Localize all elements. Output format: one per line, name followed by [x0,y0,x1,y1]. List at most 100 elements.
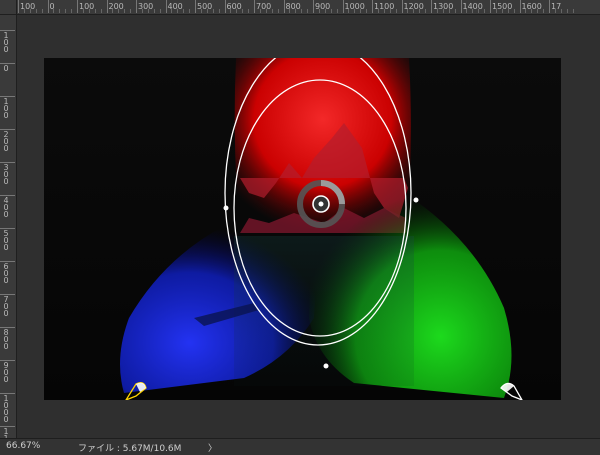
ruler-minor-tick [71,9,73,13]
ruler-tick-label: 300 [138,2,154,11]
ruler-tick-label: 9 0 0 [3,361,9,384]
ruler-minor-tick [82,9,84,13]
ruler-tick [283,0,285,13]
ruler-minor-tick [53,9,55,13]
ruler-minor-tick [212,9,214,13]
ruler-minor-tick [65,9,67,13]
ruler-minor-tick [354,9,356,13]
ruler-minor-tick [124,9,126,13]
ruler-minor-tick [189,9,191,13]
ruler-minor-tick [507,9,509,13]
ruler-minor-tick [29,9,31,13]
ruler-minor-tick [141,9,143,13]
ruler-left: 1 0 0 0 1 0 0 2 0 0 3 0 0 4 0 0 5 0 0 6 0 0 7 0 … [0,14,17,443]
ellipse-handle-right[interactable] [413,197,419,203]
ruler-minor-tick [318,9,320,13]
ruler-minor-tick [295,9,297,13]
ruler-minor-tick [383,9,385,13]
ruler-minor-tick [218,9,220,13]
ruler-minor-tick [554,9,556,13]
ruler-minor-tick [248,9,250,13]
ruler-tick-label: 600 [226,2,242,11]
ruler-minor-tick [206,9,208,13]
status-bar: 66.67% ファイル : 5.67M/10.6M 〉 [0,438,600,455]
ruler-minor-tick [501,9,503,13]
ruler-minor-tick [153,9,155,13]
ruler-tick-label: 0 [3,64,9,73]
ruler-minor-tick [324,9,326,13]
ruler-minor-tick [177,9,179,13]
ruler-tick [490,0,491,13]
ruler-tick [18,0,19,13]
ruler-minor-tick [301,9,303,13]
ellipse-handle-left[interactable] [223,205,229,211]
ruler-corner [0,0,17,15]
zoom-level[interactable]: 66.67% [6,441,40,451]
file-size-info: ファイル : 5.67M/10.6M [78,444,182,454]
ruler-minor-tick [277,9,279,13]
ruler-tick-label: 3 0 0 [3,163,9,186]
status-menu-arrow-icon[interactable]: 〉 [208,441,217,454]
ruler-minor-tick [442,9,444,13]
ruler-minor-tick [495,9,497,13]
ruler-minor-tick [436,9,438,13]
ruler-minor-tick [88,9,90,13]
ruler-tick [224,0,226,13]
ruler-tick-label: 200 [108,2,124,11]
ruler-minor-tick [330,9,332,13]
ruler-tick-label: 400 [167,2,183,11]
ruler-tick [136,0,137,13]
ruler-minor-tick [543,9,545,13]
ruler-minor-tick [200,9,202,13]
ruler-minor-tick [572,9,574,13]
ruler-minor-tick [413,9,415,13]
ruler-tick-label: 6 0 0 [3,262,9,285]
document-canvas[interactable] [44,58,561,400]
ruler-minor-tick [531,9,533,13]
ruler-tick-label: 8 0 0 [3,328,9,351]
ruler-minor-tick [395,9,397,13]
ruler-minor-tick [112,9,114,13]
ruler-minor-tick [100,9,102,13]
ruler-minor-tick [265,9,267,13]
ruler-tick-label: 1 0 0 0 [3,394,9,424]
ruler-minor-tick [419,9,421,13]
ruler-tick-label: 100 [20,2,36,11]
ruler-minor-tick [566,9,568,13]
ruler-tick [372,0,373,13]
ruler-tick-label: 2 0 0 [3,130,9,153]
ruler-minor-tick [407,9,409,13]
lighting-effects-render [44,58,561,400]
ruler-minor-tick [360,9,362,13]
ruler-minor-tick [183,9,185,13]
ruler-minor-tick [230,9,232,13]
ruler-tick-label: 900 [315,2,331,11]
lake-water [234,236,414,386]
ruler-tick-label: 5 0 0 [3,229,9,252]
ruler-tick [165,0,167,13]
ruler-tick [549,0,550,13]
ruler-minor-tick [336,9,338,13]
ruler-tick [195,0,196,13]
ruler-tick-label: 500 [197,2,213,11]
ruler-tick-label: 7 0 0 [3,295,9,318]
ruler-tick-label: 17 [551,2,562,11]
ruler-tick [401,0,403,13]
ruler-tick [77,0,78,13]
ruler-minor-tick [389,9,391,13]
ruler-minor-tick [377,9,379,13]
ruler-tick-label: 800 [285,2,301,11]
ruler-minor-tick [560,9,562,13]
ruler-minor-tick [448,9,450,13]
ruler-minor-tick [348,9,350,13]
ellipse-handle-bottom[interactable] [323,363,329,369]
ruler-minor-tick [59,9,61,13]
ruler-minor-tick [259,9,261,13]
ruler-tick [460,0,462,13]
ruler-tick [342,0,344,13]
ruler-minor-tick [147,9,149,13]
ruler-tick [254,0,255,13]
ruler-minor-tick [466,9,468,13]
ruler-tick-label: 1 0 0 [3,97,9,120]
ruler-tick [106,0,108,13]
